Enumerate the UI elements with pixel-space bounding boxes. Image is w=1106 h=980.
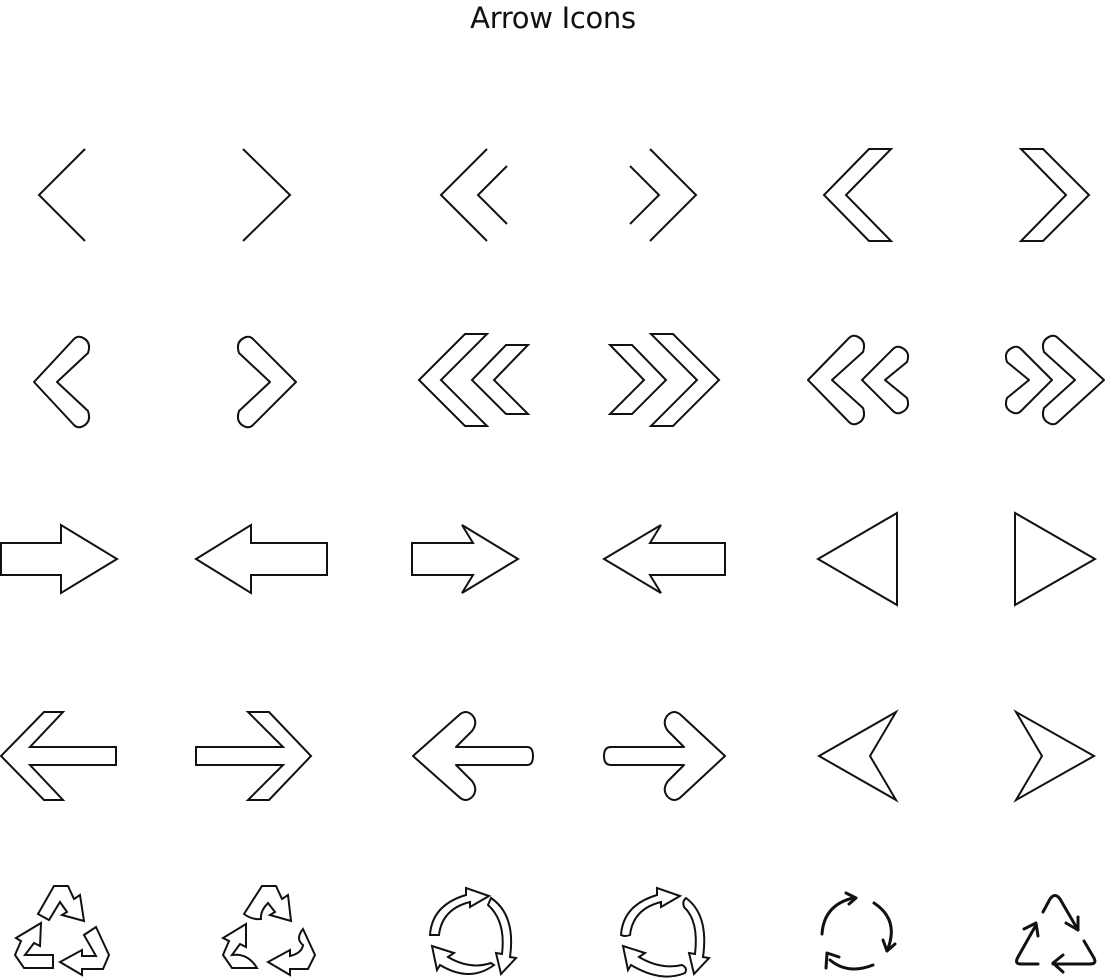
recycle-curved-icon <box>220 885 317 977</box>
refresh-circle-icon <box>428 886 519 977</box>
icon-grid <box>0 148 1105 978</box>
double-chevron-left-thin-icon <box>439 148 508 242</box>
notched-arrow-right-icon <box>411 524 520 594</box>
arrow-right-rounded-icon <box>603 711 726 801</box>
double-chevron-right-thin-icon <box>629 148 698 242</box>
navigation-arrow-left-icon <box>816 709 899 803</box>
recycle-icon <box>13 885 111 977</box>
double-chevron-right-rounded-icon <box>1004 334 1105 426</box>
arrow-right-outline-icon <box>195 711 313 801</box>
notched-arrow-left-icon <box>602 524 726 594</box>
double-chevron-left-rounded-icon <box>807 334 910 426</box>
triangle-left-icon <box>816 511 898 607</box>
block-arrow-right-icon <box>0 523 119 595</box>
chevron-left-thin-icon <box>37 148 86 242</box>
refresh-circle-curved-icon <box>619 886 712 978</box>
refresh-thin-icon <box>820 891 897 971</box>
chevron-left-rounded-icon <box>33 335 91 429</box>
chevron-right-thin-icon <box>242 148 292 242</box>
chevron-left-outline-icon <box>822 148 894 242</box>
arrow-left-outline-icon <box>0 711 117 801</box>
chevron-right-rounded-icon <box>236 335 297 429</box>
navigation-arrow-right-icon <box>1013 709 1097 803</box>
recycle-triangle-thin-icon <box>1015 894 1097 974</box>
chevron-right-outline-icon <box>1018 148 1091 242</box>
triangle-right-icon <box>1014 511 1098 607</box>
arrow-left-rounded-icon <box>412 711 534 801</box>
double-chevron-right-outline-icon <box>607 333 721 427</box>
block-arrow-left-icon <box>194 523 328 595</box>
double-chevron-left-outline-icon <box>417 333 531 427</box>
